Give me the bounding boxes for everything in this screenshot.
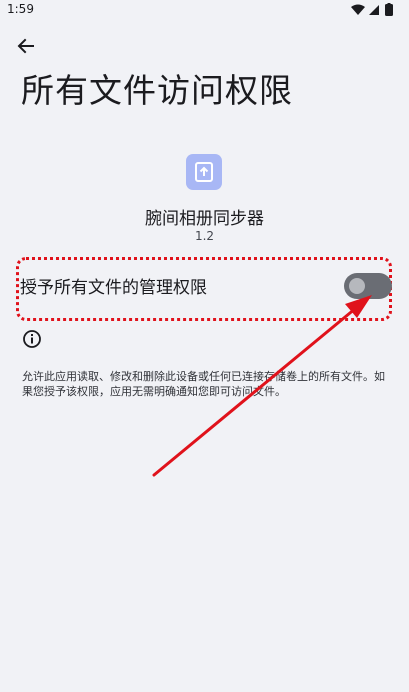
app-name: 腕间相册同步器 [145,209,264,229]
all-files-access-toggle[interactable] [344,273,392,299]
app-icon [186,154,222,190]
status-bar: 1:59 [0,0,409,20]
permission-row[interactable]: 授予所有文件的管理权限 [16,257,392,321]
back-arrow-icon [17,38,34,54]
status-icons [351,3,393,16]
back-button[interactable] [12,32,40,60]
toggle-thumb [349,278,365,294]
app-upload-icon [195,162,213,182]
signal-icon [369,5,379,15]
info-icon [23,330,41,348]
permission-description: 允许此应用读取、修改和删除此设备或任何已连接存储卷上的所有文件。如果您授予该权限… [22,370,385,398]
battery-icon [385,3,393,16]
app-version: 1.2 [194,229,215,243]
status-time: 1:59 [7,2,34,16]
wifi-icon [351,4,365,15]
permission-label: 授予所有文件的管理权限 [20,278,207,298]
page-title: 所有文件访问权限 [21,71,293,110]
